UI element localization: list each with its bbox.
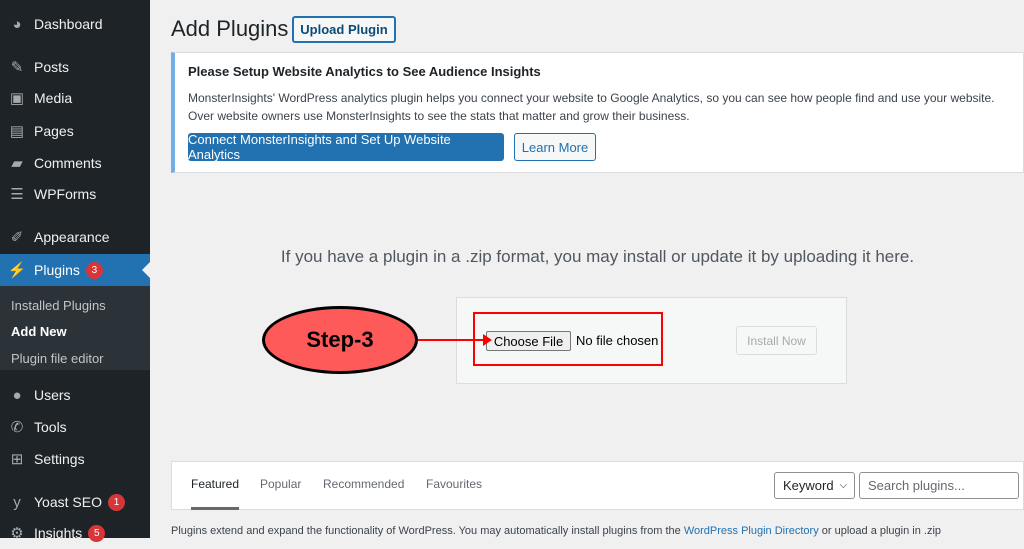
submenu-plugin-file-editor[interactable]: Plugin file editor xyxy=(11,351,104,366)
arrow-icon xyxy=(418,334,492,346)
sidebar-item-label: Settings xyxy=(34,451,85,467)
sidebar-item-posts[interactable]: ✎ Posts xyxy=(0,51,150,83)
tab-popular[interactable]: Popular xyxy=(260,477,301,491)
sidebar-item-label: Appearance xyxy=(34,229,110,245)
user-icon: ● xyxy=(12,386,22,404)
sidebar-item-users[interactable]: ● Users xyxy=(0,379,150,411)
sidebar-item-media[interactable]: ▣ Media xyxy=(0,82,150,114)
sidebar-item-label: Insights xyxy=(34,525,83,541)
dashboard-icon: ◕ xyxy=(12,15,22,33)
search-plugins-input[interactable]: Search plugins... xyxy=(859,472,1019,499)
tab-featured[interactable]: Featured xyxy=(191,477,240,510)
highlight-box xyxy=(473,312,663,366)
sidebar-item-plugins[interactable]: ⚡ Plugins 3 xyxy=(0,254,150,286)
upload-instructions: If you have a plugin in a .zip format, y… xyxy=(280,247,915,266)
plugin-filter-bar: Featured Popular Recommended Favourites … xyxy=(171,461,1024,510)
upload-plugin-button[interactable]: Upload Plugin xyxy=(292,16,396,43)
page-title: Add Plugins xyxy=(171,16,289,41)
sidebar-item-tools[interactable]: ✆ Tools xyxy=(0,411,150,443)
search-type-select[interactable]: Keyword ⌵ xyxy=(774,472,855,499)
sidebar-item-pages[interactable]: ▤ Pages xyxy=(0,115,150,147)
sidebar-item-yoast-seo[interactable]: y Yoast SEO 1 xyxy=(0,486,150,518)
notice-title: Please Setup Website Analytics to See Au… xyxy=(188,64,541,79)
sidebar-item-label: Tools xyxy=(34,419,67,435)
sidebar-item-settings[interactable]: ⊞ Settings xyxy=(0,443,150,475)
tab-favourites[interactable]: Favourites xyxy=(426,477,482,491)
brush-icon: ✐ xyxy=(10,229,24,246)
insights-icon: ⚙ xyxy=(10,525,24,542)
sidebar-item-dashboard[interactable]: ◕ Dashboard xyxy=(0,8,150,40)
sidebar-item-comments[interactable]: ▰ Comments xyxy=(0,147,150,179)
sidebar-item-wpforms[interactable]: ☰ WPForms xyxy=(0,178,150,210)
step-annotation: Step-3 xyxy=(262,306,418,374)
yoast-icon: y xyxy=(13,493,21,511)
sidebar-item-appearance[interactable]: ✐ Appearance xyxy=(0,221,150,253)
sidebar-item-label: Posts xyxy=(34,59,70,75)
notice-text: MonsterInsights' WordPress analytics plu… xyxy=(188,89,1010,125)
notice-actions: Connect MonsterInsights and Set Up Websi… xyxy=(188,132,1010,162)
sidebar-item-label: Pages xyxy=(34,123,74,139)
count-badge: 5 xyxy=(88,524,106,542)
plugins-description: Plugins extend and expand the functional… xyxy=(171,524,1024,538)
sidebar-item-label: Media xyxy=(34,90,73,106)
pin-icon: ✎ xyxy=(10,59,24,76)
tab-recommended[interactable]: Recommended xyxy=(323,477,404,491)
sidebar-item-label: WPForms xyxy=(34,186,97,202)
settings-icon: ⊞ xyxy=(10,451,24,468)
install-now-button[interactable]: Install Now xyxy=(736,326,817,355)
sidebar-item-label: Users xyxy=(34,387,71,403)
select-value: Keyword xyxy=(783,478,834,493)
plug-icon: ⚡ xyxy=(7,262,27,279)
submenu-installed-plugins[interactable]: Installed Plugins xyxy=(11,298,106,313)
count-badge: 1 xyxy=(107,493,125,511)
media-icon: ▣ xyxy=(9,90,25,107)
comment-icon: ▰ xyxy=(11,155,23,172)
footer-text: or upload a plugin in .zip xyxy=(818,525,942,537)
submenu-add-new[interactable]: Add New xyxy=(11,324,67,339)
sidebar-item-insights[interactable]: ⚙ Insights 5 xyxy=(0,517,150,549)
connect-monsterinsights-button[interactable]: Connect MonsterInsights and Set Up Websi… xyxy=(188,132,504,162)
sidebar-item-label: Yoast SEO xyxy=(34,494,102,510)
pages-icon: ▤ xyxy=(9,123,25,140)
chevron-down-icon: ⌵ xyxy=(839,480,848,491)
footer-text: Plugins extend and expand the functional… xyxy=(171,525,684,537)
analytics-notice: Please Setup Website Analytics to See Au… xyxy=(171,52,1024,173)
admin-sidebar: Installed Plugins Add New Plugin file ed… xyxy=(0,0,150,542)
sidebar-item-label: Dashboard xyxy=(34,16,103,32)
plugin-directory-link[interactable]: WordPress Plugin Directory xyxy=(684,525,819,537)
notice-line: website owners use MonsterInsights to se… xyxy=(217,109,690,123)
sidebar-item-label: Comments xyxy=(34,155,102,171)
plugins-submenu: Installed Plugins Add New Plugin file ed… xyxy=(0,286,150,370)
sidebar-item-label: Plugins xyxy=(34,262,80,278)
forms-icon: ☰ xyxy=(10,186,24,203)
learn-more-button[interactable]: Learn More xyxy=(514,133,596,161)
wrench-icon: ✆ xyxy=(10,419,24,436)
count-badge: 3 xyxy=(85,261,103,279)
